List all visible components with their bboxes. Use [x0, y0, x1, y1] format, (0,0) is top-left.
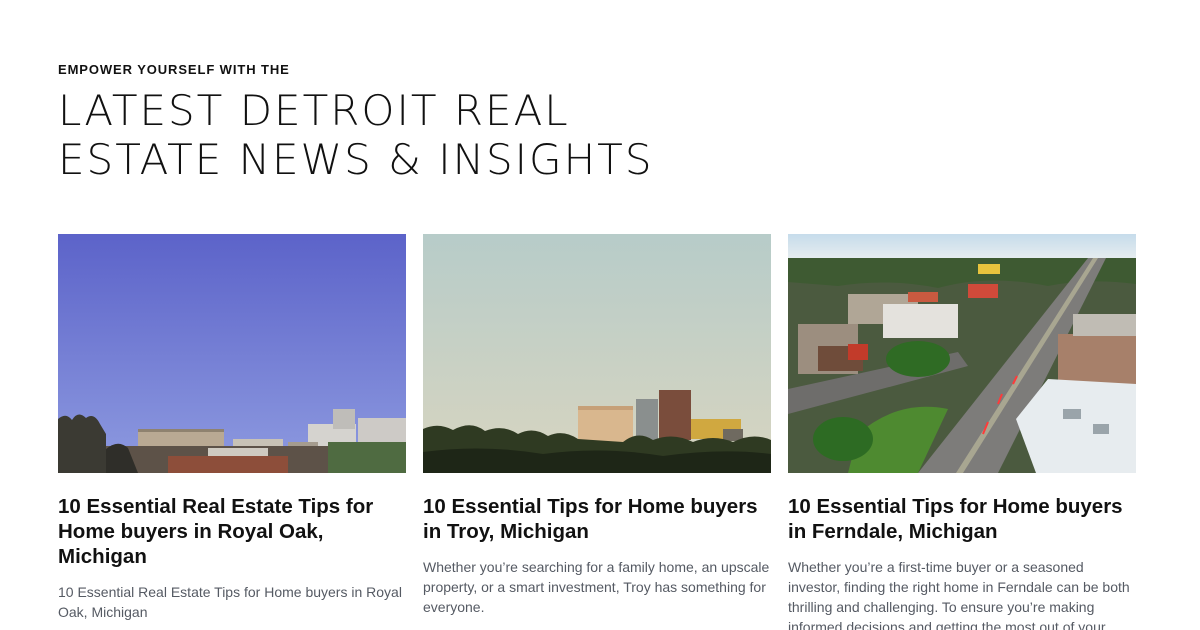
- post-excerpt: Whether you’re a first-time buyer or a s…: [788, 559, 1130, 630]
- post-title[interactable]: 10 Essential Tips for Home buyers in Tro…: [423, 494, 771, 544]
- headline-line-1: LATEST DETROIT REAL: [58, 86, 570, 135]
- royal-oak-skyline-photo: [58, 234, 406, 473]
- section-headline: LATEST DETROIT REAL ESTATE NEWS & INSIGH…: [58, 86, 654, 184]
- post-card-ferndale[interactable]: 10 Essential Tips for Home buyers in Fer…: [788, 234, 1136, 630]
- troy-skyline-photo: [423, 234, 771, 473]
- post-title[interactable]: 10 Essential Tips for Home buyers in Fer…: [788, 494, 1136, 544]
- section-header: EMPOWER YOURSELF WITH THE LATEST DETROIT…: [58, 62, 654, 184]
- ferndale-aerial-photo: [788, 234, 1136, 473]
- post-card-list: 10 Essential Real Estate Tips for Home b…: [58, 234, 1136, 630]
- section-eyebrow: EMPOWER YOURSELF WITH THE: [58, 62, 290, 77]
- post-title[interactable]: 10 Essential Real Estate Tips for Home b…: [58, 494, 406, 569]
- post-card-troy[interactable]: 10 Essential Tips for Home buyers in Tro…: [423, 234, 771, 630]
- post-image-ferndale[interactable]: [788, 234, 1136, 473]
- post-excerpt: Whether you’re searching for a family ho…: [423, 559, 770, 615]
- post-excerpt: 10 Essential Real Estate Tips for Home b…: [58, 584, 402, 620]
- post-card-royal-oak[interactable]: 10 Essential Real Estate Tips for Home b…: [58, 234, 406, 630]
- post-image-troy[interactable]: [423, 234, 771, 473]
- post-image-royal-oak[interactable]: [58, 234, 406, 473]
- headline-line-2: ESTATE NEWS & INSIGHTS: [58, 135, 654, 184]
